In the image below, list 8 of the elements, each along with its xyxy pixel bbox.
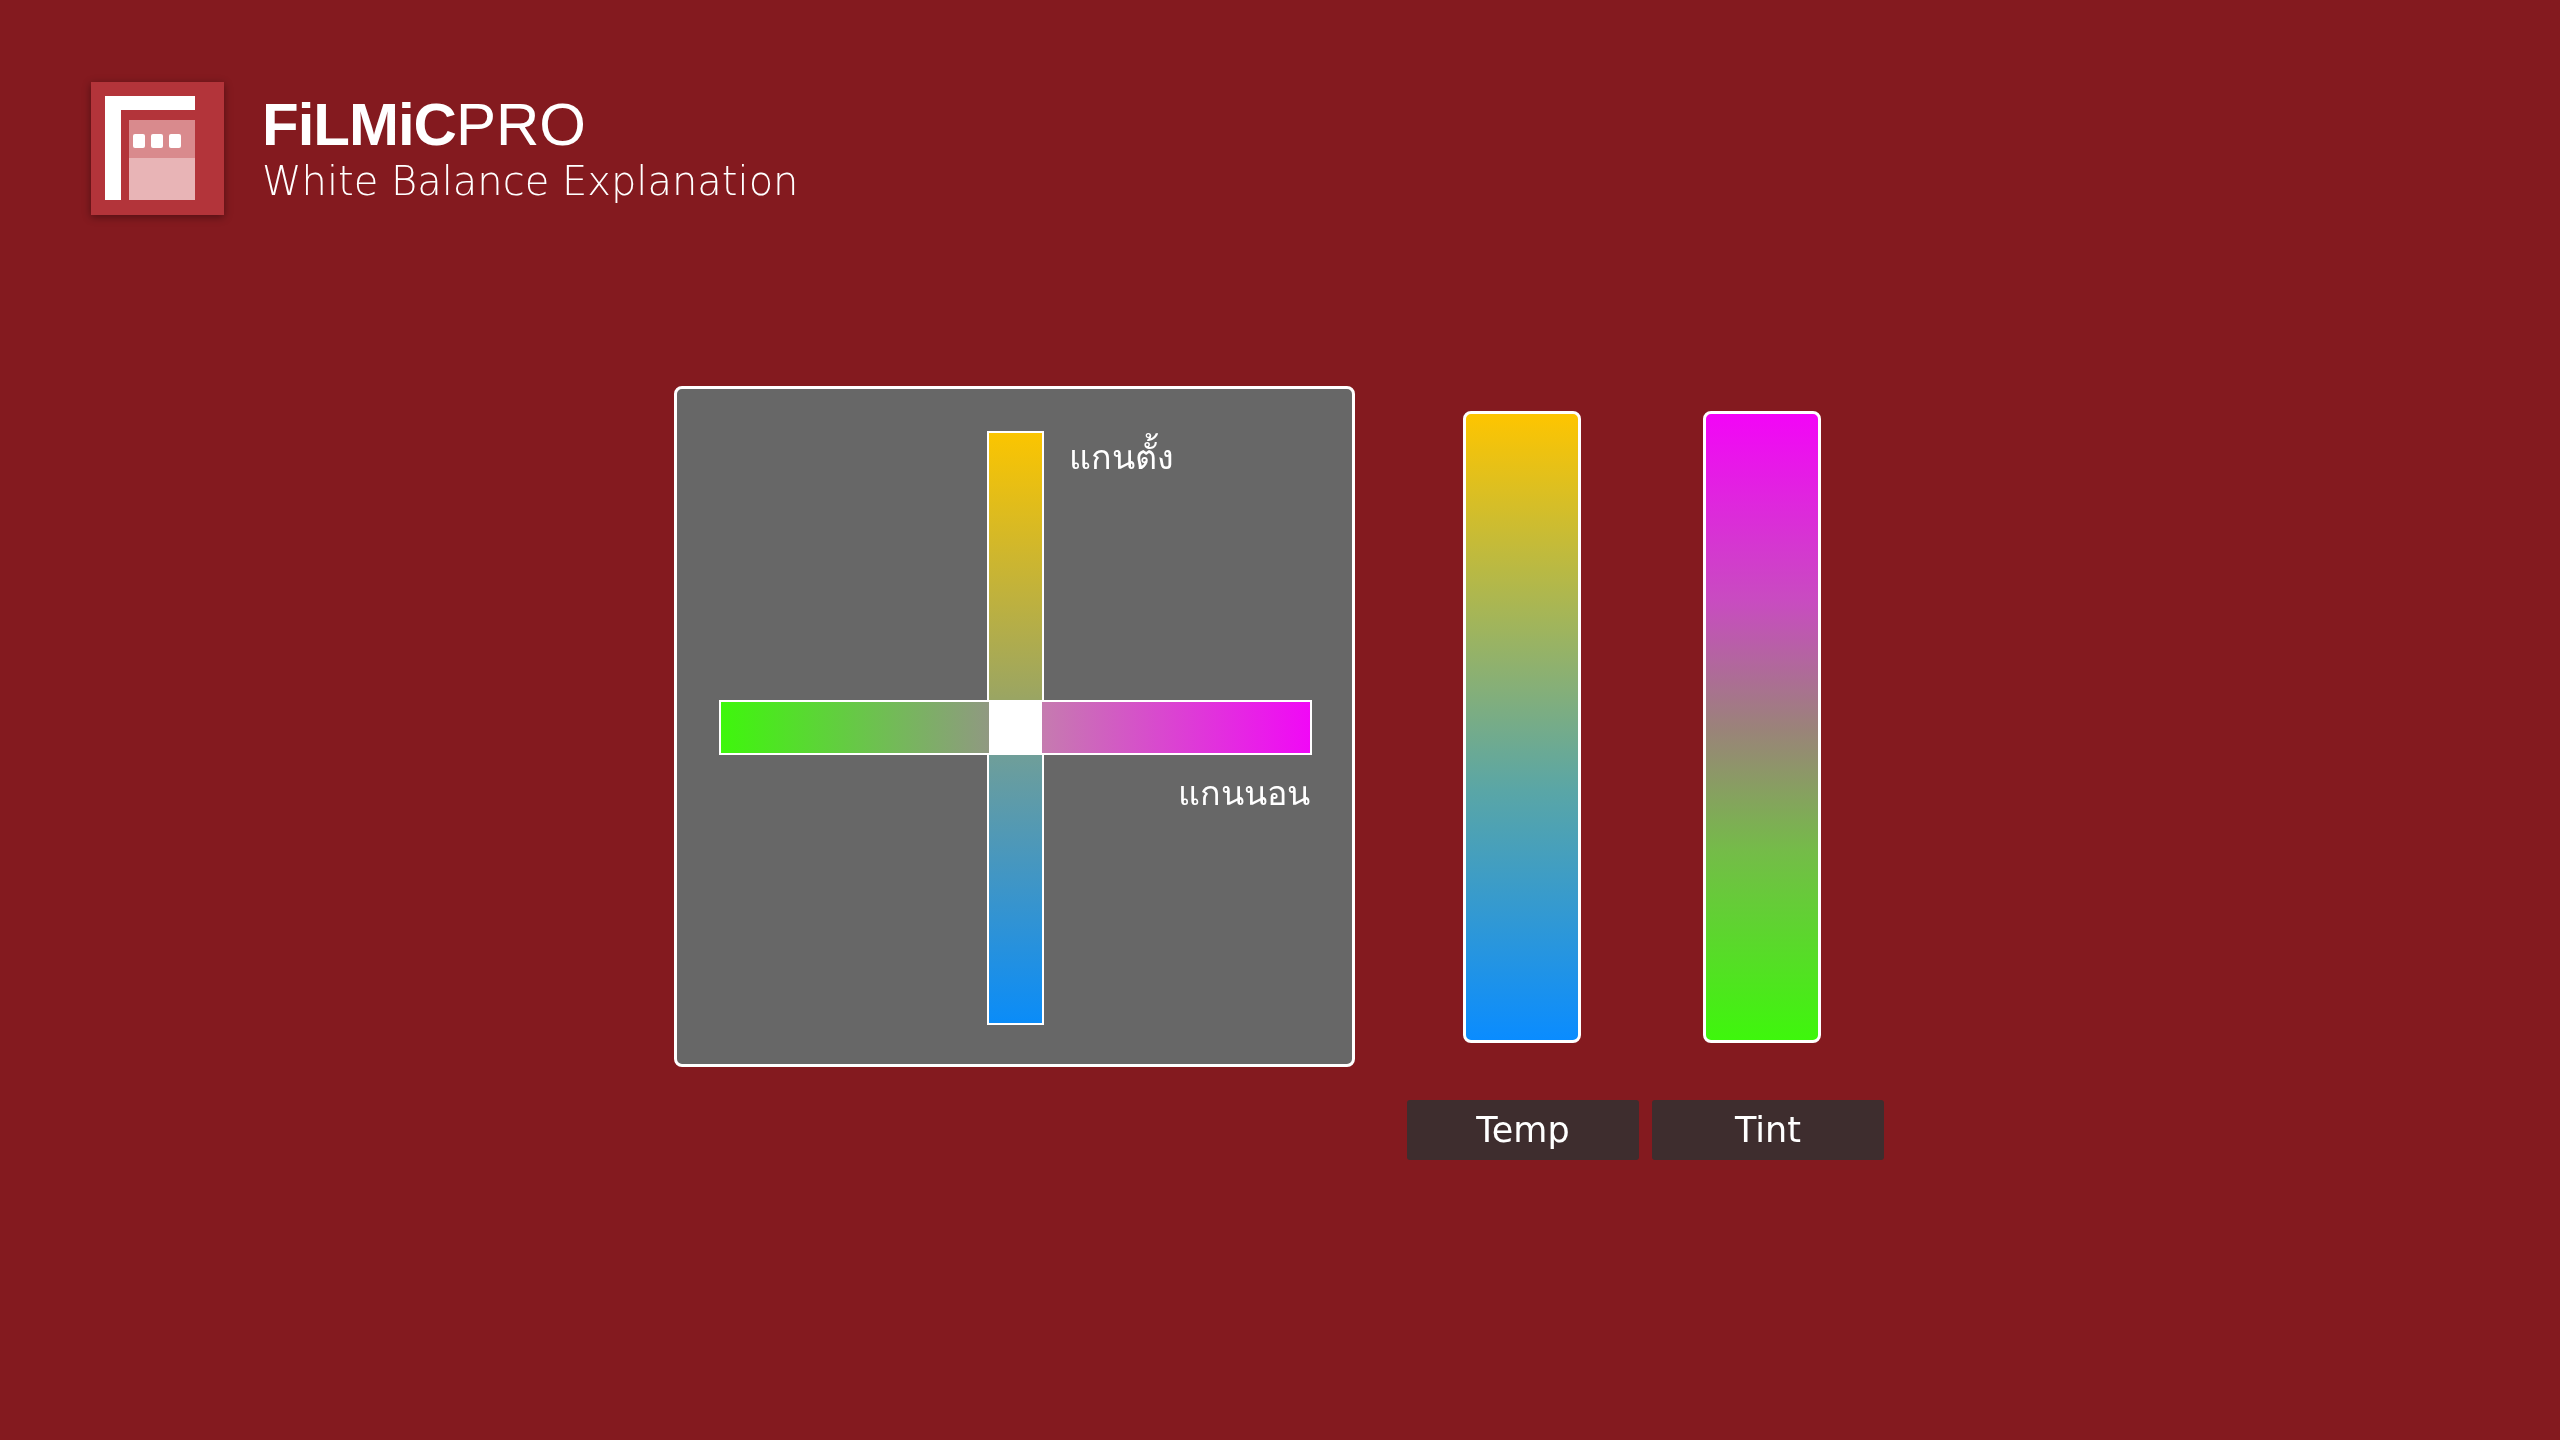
brand-name: FiLMiC xyxy=(262,94,456,155)
horizontal-axis-label: แกนนอน xyxy=(1178,772,1310,815)
tint-button[interactable]: Tint xyxy=(1652,1100,1884,1160)
app-logo-icon xyxy=(91,82,224,215)
temp-button[interactable]: Temp xyxy=(1407,1100,1639,1160)
vertical-axis-label: แกนตั้ง xyxy=(1069,435,1174,480)
brand-suffix: PRO xyxy=(455,94,586,155)
subtitle: White Balance Explanation xyxy=(262,158,799,203)
